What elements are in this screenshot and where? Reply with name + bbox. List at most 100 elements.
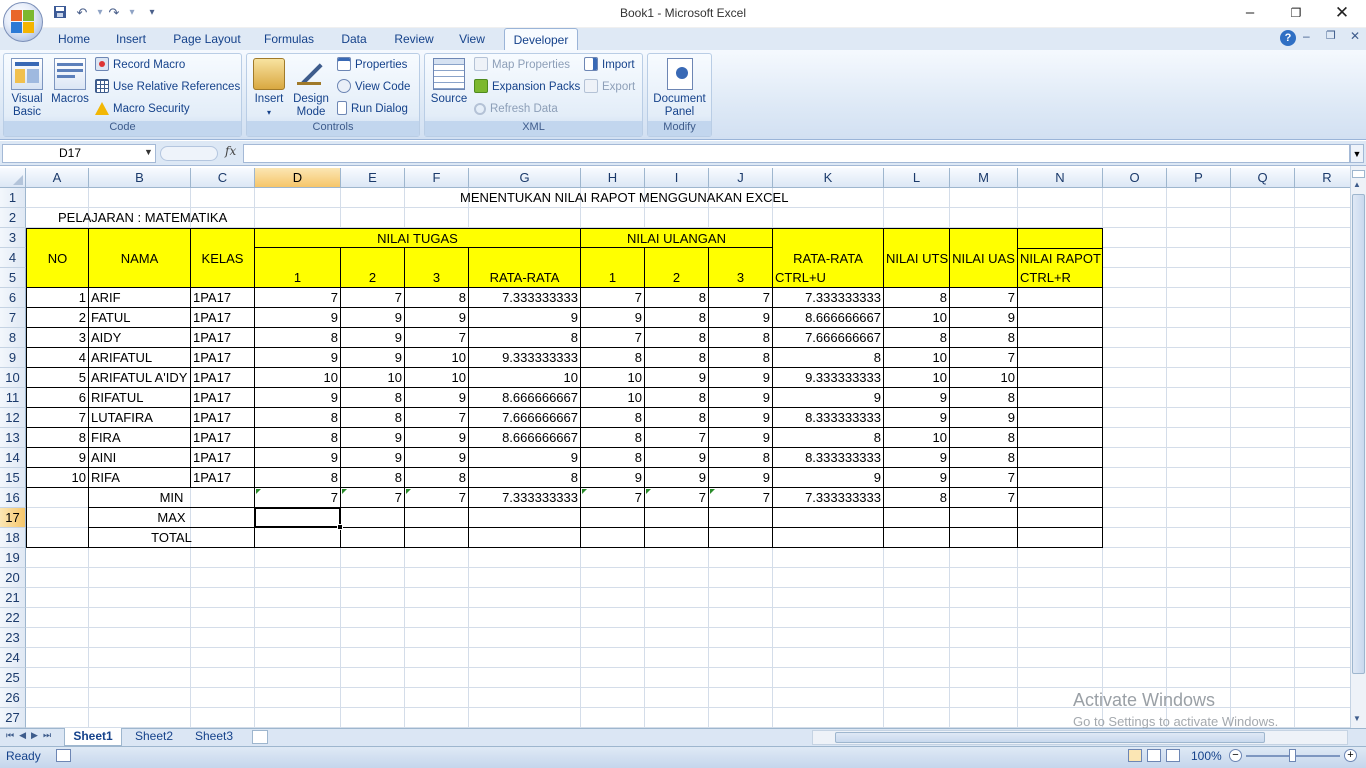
cell-d14[interactable]: 9 xyxy=(255,448,341,468)
cell-i13[interactable]: 7 xyxy=(645,428,709,448)
header-sub-u3[interactable]: 3 xyxy=(709,248,773,288)
zoom-slider-thumb[interactable] xyxy=(1289,749,1296,762)
cell-c7[interactable]: 1PA17 xyxy=(191,308,255,328)
cell-a8[interactable]: 3 xyxy=(26,328,89,348)
row-header-7[interactable]: 7 xyxy=(0,308,26,328)
cell-j8[interactable]: 8 xyxy=(709,328,773,348)
total-n[interactable] xyxy=(1018,528,1103,548)
max-label[interactable]: MAX xyxy=(89,508,255,528)
cell-a10[interactable]: 5 xyxy=(26,368,89,388)
cell-k11[interactable]: 9 xyxy=(773,388,884,408)
total-label[interactable]: TOTAL xyxy=(89,528,255,548)
max-i[interactable] xyxy=(645,508,709,528)
name-box-dropdown-icon[interactable]: ▼ xyxy=(144,147,153,157)
cell-i14[interactable]: 9 xyxy=(645,448,709,468)
cell-d8[interactable]: 8 xyxy=(255,328,341,348)
row-header-19[interactable]: 19 xyxy=(0,548,26,568)
cell-k8[interactable]: 7.666666667 xyxy=(773,328,884,348)
cell-a12[interactable]: 7 xyxy=(26,408,89,428)
use-relative-references-button[interactable]: Use Relative References xyxy=(95,77,240,97)
total-d[interactable] xyxy=(255,528,341,548)
cell-n14[interactable] xyxy=(1018,448,1103,468)
office-button[interactable] xyxy=(3,2,43,42)
min-k[interactable]: 7.333333333 xyxy=(773,488,884,508)
cell-f15[interactable]: 8 xyxy=(405,468,469,488)
cell-m11[interactable]: 8 xyxy=(950,388,1018,408)
total-m[interactable] xyxy=(950,528,1018,548)
cell-m10[interactable]: 10 xyxy=(950,368,1018,388)
cell-i7[interactable]: 8 xyxy=(645,308,709,328)
cell-f7[interactable]: 9 xyxy=(405,308,469,328)
header-no[interactable]: NO xyxy=(26,228,89,288)
cell-m14[interactable]: 8 xyxy=(950,448,1018,468)
cell-f8[interactable]: 7 xyxy=(405,328,469,348)
header-nilai-rapot[interactable]: NILAI RAPOT xyxy=(1018,248,1103,268)
cell-c13[interactable]: 1PA17 xyxy=(191,428,255,448)
row-header-15[interactable]: 15 xyxy=(0,468,26,488)
cell-e8[interactable]: 9 xyxy=(341,328,405,348)
max-e[interactable] xyxy=(341,508,405,528)
cell-d10[interactable]: 10 xyxy=(255,368,341,388)
vertical-scrollbar[interactable]: ▲ ▼ xyxy=(1350,166,1366,728)
cell-i10[interactable]: 9 xyxy=(645,368,709,388)
cell-i9[interactable]: 8 xyxy=(645,348,709,368)
cell-a15[interactable]: 10 xyxy=(26,468,89,488)
row-header-10[interactable]: 10 xyxy=(0,368,26,388)
tab-insert[interactable]: Insert xyxy=(106,28,156,50)
tab-view[interactable]: View xyxy=(450,28,494,50)
cell-l11[interactable]: 9 xyxy=(884,388,950,408)
cell-f11[interactable]: 9 xyxy=(405,388,469,408)
min-h[interactable]: 7 xyxy=(581,488,645,508)
cell-b14[interactable]: AINI xyxy=(89,448,191,468)
min-n[interactable] xyxy=(1018,488,1103,508)
cell-e11[interactable]: 8 xyxy=(341,388,405,408)
cell-g15[interactable]: 8 xyxy=(469,468,581,488)
scroll-up-icon[interactable]: ▲ xyxy=(1353,180,1361,189)
ribbon-minimize-icon[interactable]: – xyxy=(1303,29,1310,43)
cell-e13[interactable]: 9 xyxy=(341,428,405,448)
column-header-d[interactable]: D xyxy=(255,168,341,188)
zoom-in-icon[interactable]: + xyxy=(1344,749,1357,762)
cell-m13[interactable]: 8 xyxy=(950,428,1018,448)
cell-n8[interactable] xyxy=(1018,328,1103,348)
cell-j10[interactable]: 9 xyxy=(709,368,773,388)
cell-b6[interactable]: ARIF xyxy=(89,288,191,308)
header-uts-blank[interactable] xyxy=(884,268,950,288)
restore-icon[interactable]: ❐ xyxy=(1273,0,1319,26)
name-box[interactable]: D17 xyxy=(2,144,156,163)
cell-c8[interactable]: 1PA17 xyxy=(191,328,255,348)
normal-view-icon[interactable] xyxy=(1128,749,1142,762)
import-button[interactable]: Import xyxy=(584,55,635,75)
header-sub-t2[interactable]: 2 xyxy=(341,248,405,288)
cell-a7[interactable]: 2 xyxy=(26,308,89,328)
cell-h11[interactable]: 10 xyxy=(581,388,645,408)
min-f[interactable]: 7 xyxy=(405,488,469,508)
min-m[interactable]: 7 xyxy=(950,488,1018,508)
row-header-27[interactable]: 27 xyxy=(0,708,26,728)
split-box[interactable] xyxy=(1352,170,1365,178)
min-j[interactable]: 7 xyxy=(709,488,773,508)
zoom-out-icon[interactable]: − xyxy=(1229,749,1242,762)
properties-button[interactable]: Properties xyxy=(337,55,407,75)
macro-record-status-icon[interactable] xyxy=(56,749,71,762)
cell-h10[interactable]: 10 xyxy=(581,368,645,388)
cell-f13[interactable]: 9 xyxy=(405,428,469,448)
column-header-g[interactable]: G xyxy=(469,168,581,188)
cell-f10[interactable]: 10 xyxy=(405,368,469,388)
cell-i8[interactable]: 8 xyxy=(645,328,709,348)
macros-button[interactable]: Macros xyxy=(50,58,90,106)
cell-k9[interactable]: 8 xyxy=(773,348,884,368)
cell-d12[interactable]: 8 xyxy=(255,408,341,428)
row-header-26[interactable]: 26 xyxy=(0,688,26,708)
min-d[interactable]: 7 xyxy=(255,488,341,508)
cell-i15[interactable]: 9 xyxy=(645,468,709,488)
cell-c6[interactable]: 1PA17 xyxy=(191,288,255,308)
cell-h14[interactable]: 8 xyxy=(581,448,645,468)
total-e[interactable] xyxy=(341,528,405,548)
max-k[interactable] xyxy=(773,508,884,528)
total-g[interactable] xyxy=(469,528,581,548)
view-code-button[interactable]: View Code xyxy=(337,77,410,97)
tab-page-layout[interactable]: Page Layout xyxy=(166,28,248,50)
cell-c10[interactable]: 1PA17 xyxy=(191,368,255,388)
column-header-e[interactable]: E xyxy=(341,168,405,188)
